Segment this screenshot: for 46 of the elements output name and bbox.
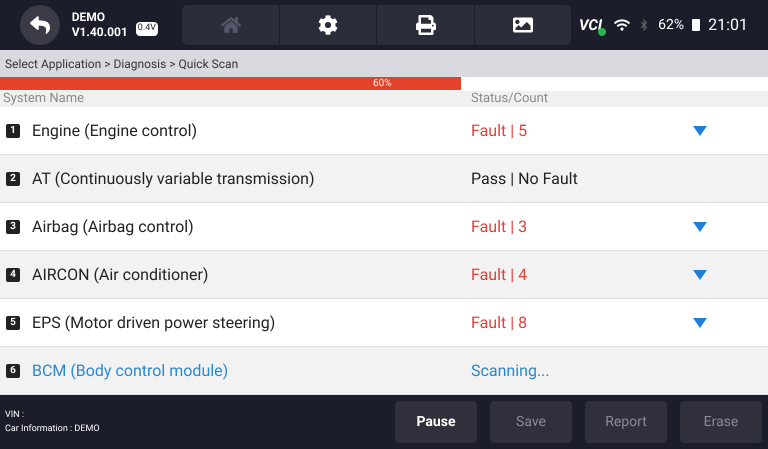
version-text: V1.40.001 bbox=[72, 25, 128, 40]
progress-label: 60% bbox=[373, 77, 392, 90]
caret-icon[interactable] bbox=[693, 270, 707, 280]
action-button[interactable]: Pause bbox=[395, 401, 477, 443]
status-text: Fault | 5 bbox=[471, 120, 528, 142]
caret-icon[interactable] bbox=[693, 222, 707, 232]
battery-percent: 62% bbox=[658, 16, 684, 34]
battery-voltage: 0.4V bbox=[136, 22, 158, 36]
system-row[interactable]: 6 BCM (Body control module) Scanning... bbox=[0, 347, 768, 395]
system-row[interactable]: 2 AT (Continuously variable transmission) Pass | No Fault bbox=[0, 155, 768, 203]
status-text: Pass | No Fault bbox=[471, 168, 579, 190]
row-number: 5 bbox=[6, 316, 20, 330]
home-icon bbox=[220, 15, 241, 35]
status-text: Fault | 3 bbox=[471, 216, 528, 238]
back-icon bbox=[30, 15, 50, 35]
system-name: EPS (Motor driven power steering) bbox=[32, 312, 276, 334]
car-info-text: Car Information : DEMO bbox=[5, 423, 100, 436]
vci-label: VCI bbox=[578, 14, 602, 36]
image-icon bbox=[512, 15, 533, 35]
system-name: Airbag (Airbag control) bbox=[32, 216, 195, 238]
status-text: Fault | 8 bbox=[471, 312, 528, 334]
back-button[interactable] bbox=[20, 5, 60, 45]
system-name: Engine (Engine control) bbox=[32, 120, 198, 142]
row-number: 4 bbox=[6, 268, 20, 282]
row-number: 2 bbox=[6, 172, 20, 186]
breadcrumb: Select Application > Diagnosis > Quick Scan bbox=[5, 56, 238, 72]
column-header: Status/Count bbox=[471, 90, 548, 108]
system-row[interactable]: 4 AIRCON (Air conditioner) Fault | 4 bbox=[0, 251, 768, 299]
status-text: Scanning... bbox=[471, 360, 551, 382]
wifi-icon bbox=[614, 17, 630, 33]
clock: 21:01 bbox=[708, 14, 748, 36]
settings-icon bbox=[318, 15, 338, 35]
system-name: BCM (Body control module) bbox=[32, 360, 230, 382]
caret-icon[interactable] bbox=[693, 126, 707, 136]
printer-icon bbox=[416, 15, 436, 35]
row-number: 1 bbox=[6, 124, 20, 138]
app-name: DEMO bbox=[72, 10, 106, 25]
system-name: AT (Continuously variable transmission) bbox=[32, 168, 316, 190]
caret-icon[interactable] bbox=[693, 318, 707, 328]
battery-icon bbox=[692, 19, 700, 31]
status-text: Fault | 4 bbox=[471, 264, 528, 286]
row-number: 6 bbox=[6, 364, 20, 378]
row-number: 3 bbox=[6, 220, 20, 234]
vin-text: VIN : bbox=[5, 409, 26, 422]
system-name: AIRCON (Air conditioner) bbox=[32, 264, 210, 286]
column-header: System Name bbox=[2, 90, 85, 108]
